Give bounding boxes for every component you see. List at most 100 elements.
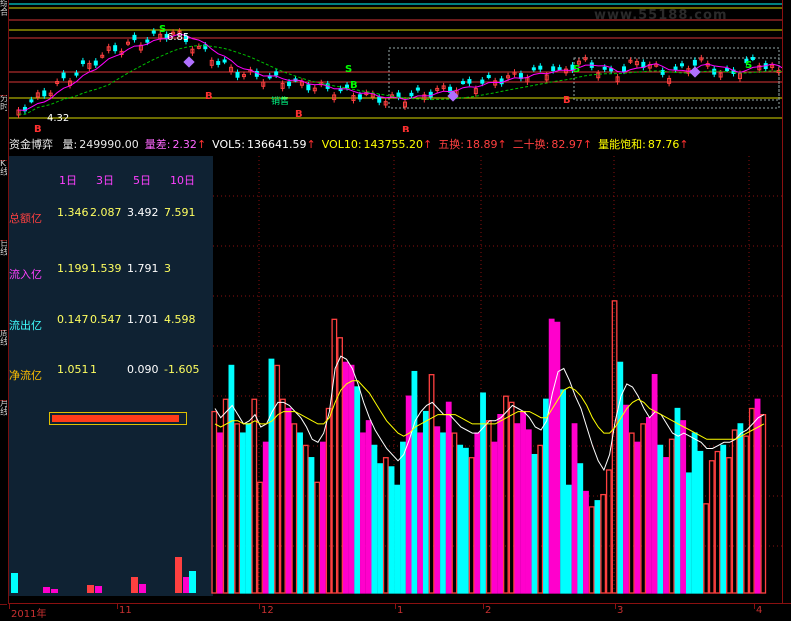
volume-bar [445, 401, 452, 594]
up-arrow-icon: ↑ [679, 138, 689, 151]
x-axis-tick [483, 604, 484, 609]
sidebar-tab-2[interactable]: K线 [0, 160, 7, 241]
volume-bar [217, 432, 223, 594]
volume-bar [640, 423, 647, 594]
candle-body [725, 68, 730, 72]
indicator-info-bar: 资金博弈 量: 249990.00 量差: 2.32↑ VOL5: 136641.59↑ V… [9, 138, 782, 152]
volume-bar [697, 450, 704, 594]
volume-bar [268, 358, 275, 594]
left-mini-bar [139, 584, 146, 593]
candle-body [61, 72, 66, 79]
candle-body [345, 84, 350, 89]
volume-bar [211, 410, 218, 594]
volume-bar [531, 453, 538, 594]
x-axis-tick [9, 604, 10, 609]
volume-bar [337, 337, 343, 594]
volume-bar [325, 407, 332, 594]
volume-bar [760, 413, 767, 594]
left-mini-bar [95, 586, 102, 593]
volume-bar [417, 432, 424, 594]
volume-bar [262, 441, 269, 594]
info-item-label: VOL10: [321, 138, 362, 151]
x-axis-tick [754, 604, 755, 609]
candle-body [145, 39, 150, 43]
volume-bar [577, 463, 584, 594]
volume-bar [388, 466, 395, 594]
x-axis-label: 3 [617, 605, 624, 616]
up-arrow-icon: ↑ [196, 138, 207, 151]
volume-bar [234, 423, 241, 594]
left-mini-bar [43, 587, 50, 593]
candle-body [480, 79, 485, 84]
volume-bar [588, 506, 595, 594]
x-axis-label: 12 [261, 605, 274, 616]
volume-bar [508, 401, 515, 594]
volume-bar [714, 450, 721, 594]
volume-chart[interactable] [9, 156, 782, 596]
info-item-value: 82.97 [551, 138, 583, 151]
sidebar-tab-5[interactable]: 月线 [0, 400, 7, 605]
x-axis-tick [395, 604, 396, 609]
candle-body [460, 81, 465, 85]
volume-bar [611, 300, 618, 594]
up-arrow-icon: ↑ [497, 138, 507, 151]
volume-bar [497, 413, 504, 594]
sidebar-tab-0[interactable]: 综合 [0, 0, 7, 96]
trade-signal-b: B [563, 95, 571, 106]
volume-bar [691, 432, 698, 594]
volume-bar [537, 444, 544, 594]
trade-signal-b: B [205, 91, 213, 102]
candle-body [274, 71, 279, 76]
candle-body [467, 79, 472, 84]
x-axis-tick [259, 604, 260, 609]
volume-bar [405, 395, 412, 594]
candle-body [113, 45, 118, 52]
price-kline-chart[interactable]: 6.854.32SS S SBBBBBB销售 [9, 0, 782, 132]
volume-bar [565, 484, 572, 594]
sidebar-tab-4[interactable]: 周线 [0, 330, 7, 401]
up-arrow-icon: ↑ [423, 138, 433, 151]
sidebar-tab-1[interactable]: 分时 [0, 95, 7, 161]
trade-signal-b: B [350, 80, 358, 91]
candle-body [602, 66, 607, 70]
volume-bar [520, 410, 526, 594]
info-item-5: 二十换: 82.97↑ [513, 138, 592, 151]
volume-bar [411, 370, 418, 594]
x-axis-label: 4 [756, 605, 763, 616]
up-arrow-icon: ↑ [582, 138, 593, 151]
volume-bar [708, 460, 715, 594]
volume-bar [331, 318, 338, 594]
candle-body [679, 63, 684, 67]
volume-bar [257, 481, 263, 594]
candle-body [357, 94, 362, 100]
candle-body [712, 68, 717, 75]
info-item-value: 2.32 [172, 138, 197, 151]
volume-bar [377, 463, 384, 594]
diamond-marker-icon [183, 56, 195, 68]
volume-bar [428, 374, 435, 594]
volume-bar [457, 444, 464, 594]
info-item-value: 18.89 [465, 138, 498, 151]
candle-body [132, 34, 137, 41]
up-arrow-icon: ↑ [306, 138, 316, 151]
volume-bar [594, 500, 601, 594]
sidebar-tab-3[interactable]: 日线 [0, 240, 7, 331]
volume-bar [560, 389, 567, 594]
volume-bar [554, 321, 561, 594]
low-price-label: 4.32 [47, 113, 69, 124]
info-item-label: 五换: [438, 138, 464, 151]
info-item-value: 136641.59 [246, 138, 307, 151]
candle-body [673, 66, 678, 71]
volume-bar [668, 438, 675, 594]
volume-bar [720, 444, 727, 594]
left-mini-bar [175, 557, 182, 593]
candle-body [531, 67, 536, 71]
left-mini-bar [87, 585, 94, 593]
volume-bar [400, 441, 406, 594]
volume-bar [686, 472, 692, 594]
volume-bar [680, 420, 687, 594]
candle-body [287, 81, 292, 87]
info-item-label: 二十换: [512, 138, 550, 151]
indicator-title[interactable]: 资金博弈 [9, 138, 53, 151]
info-item-label: 量能饱和: [598, 138, 646, 151]
